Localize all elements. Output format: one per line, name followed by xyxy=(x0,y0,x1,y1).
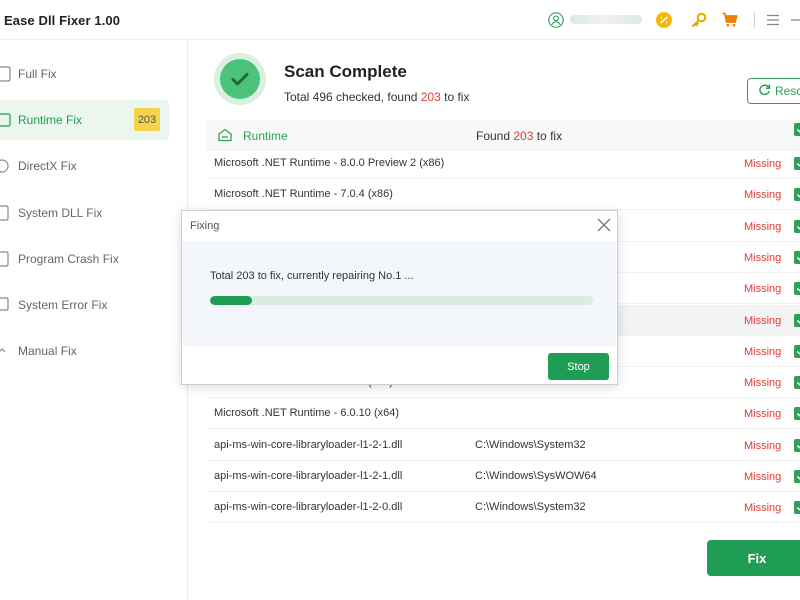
status-label: Missing xyxy=(744,315,782,327)
page-title: Scan Complete xyxy=(284,62,407,81)
sidebar-item-manual-fix[interactable]: Manual Fix xyxy=(0,331,170,371)
title-bar: Ease Dll Fixer 1.00 xyxy=(0,0,800,40)
rescan-button[interactable]: Resca xyxy=(747,78,800,104)
sidebar-item-label: DirectX Fix xyxy=(18,159,77,173)
status-label: Missing xyxy=(744,189,782,201)
dialog-body: Total 203 to fix, currently repairing No… xyxy=(183,241,616,346)
status-label: Missing xyxy=(744,408,782,420)
row-checkbox[interactable] xyxy=(794,282,800,295)
item-path: C:\Windows\System32 xyxy=(475,439,586,451)
row-checkbox[interactable] xyxy=(794,157,800,170)
full-fix-icon xyxy=(0,65,12,83)
status-label: Missing xyxy=(744,158,782,170)
item-path: C:\Windows\System32 xyxy=(475,501,586,513)
status-label: Missing xyxy=(744,283,782,295)
status-label: Missing xyxy=(744,377,782,389)
runtime-icon xyxy=(218,128,232,142)
count-badge: 203 xyxy=(134,108,160,131)
sidebar-item-directx-fix[interactable]: DirectX Fix xyxy=(0,146,170,186)
sidebar-item-runtime-fix[interactable]: Runtime Fix 203 xyxy=(0,100,170,140)
rescan-label: Resca xyxy=(775,84,800,98)
row-checkbox[interactable] xyxy=(794,345,800,358)
crash-icon xyxy=(0,250,12,268)
table-row[interactable]: api-ms-win-core-libraryloader-l1-2-0.dll… xyxy=(206,492,800,523)
status-label: Missing xyxy=(744,221,782,233)
found-count: 203 xyxy=(420,90,441,104)
sidebar-item-program-crash-fix[interactable]: Program Crash Fix xyxy=(0,239,170,279)
cart-icon[interactable] xyxy=(721,11,739,29)
app-title: Ease Dll Fixer 1.00 xyxy=(4,13,121,28)
sidebar-item-full-fix[interactable]: Full Fix xyxy=(0,54,170,94)
table-row[interactable]: Microsoft .NET Runtime - 6.0.10 (x64) Mis… xyxy=(206,398,800,429)
sidebar-item-label: System DLL Fix xyxy=(18,206,103,220)
item-path: C:\Windows\SysWOW64 xyxy=(475,470,597,482)
error-icon xyxy=(0,296,12,314)
titlebar-divider xyxy=(754,12,755,28)
directx-icon xyxy=(0,157,12,175)
item-name: api-ms-win-core-libraryloader-l1-2-1.dll xyxy=(214,470,403,482)
row-checkbox[interactable] xyxy=(794,251,800,264)
progress-fill xyxy=(210,296,253,305)
status-label: Missing xyxy=(744,252,782,264)
sidebar-item-label: Manual Fix xyxy=(18,344,77,358)
found-summary: Found 203 to fix xyxy=(476,129,563,143)
row-checkbox[interactable] xyxy=(794,376,800,389)
runtime-icon xyxy=(0,111,12,129)
sidebar-item-label: Program Crash Fix xyxy=(18,252,119,266)
refresh-icon xyxy=(758,83,771,99)
key-icon[interactable] xyxy=(690,11,708,29)
row-checkbox[interactable] xyxy=(794,220,800,233)
status-label: Missing xyxy=(744,440,782,452)
menu-icon[interactable] xyxy=(764,11,782,29)
fixing-dialog: Fixing Total 203 to fix, currently repai… xyxy=(181,210,618,385)
minimize-icon[interactable] xyxy=(788,11,800,29)
table-row[interactable]: Microsoft .NET Runtime - 7.0.4 (x86) Miss… xyxy=(206,179,800,210)
row-checkbox[interactable] xyxy=(794,188,800,201)
sidebar-item-system-dll-fix[interactable]: System DLL Fix xyxy=(0,193,170,233)
category-label: Runtime xyxy=(243,129,288,143)
close-icon[interactable] xyxy=(596,217,612,233)
manual-icon xyxy=(0,342,12,360)
item-name: Microsoft .NET Runtime - 8.0.0 Preview 2… xyxy=(214,157,445,169)
user-icon[interactable] xyxy=(548,12,564,28)
sidebar: Full Fix Runtime Fix 203 DirectX Fix Sys… xyxy=(0,41,188,600)
table-row[interactable]: api-ms-win-core-libraryloader-l1-2-1.dll… xyxy=(206,430,800,461)
sidebar-item-label: System Error Fix xyxy=(18,298,108,312)
status-label: Missing xyxy=(744,502,782,514)
dialog-message: Total 203 to fix, currently repairing No… xyxy=(210,270,414,282)
scan-complete-check-icon xyxy=(214,53,266,105)
item-name: Microsoft .NET Runtime - 7.0.4 (x86) xyxy=(214,188,393,200)
select-all-checkbox[interactable] xyxy=(794,123,800,136)
table-row[interactable]: Microsoft .NET Runtime - 8.0.0 Preview 2… xyxy=(206,148,800,179)
item-name: api-ms-win-core-libraryloader-l1-2-0.dll xyxy=(214,501,403,513)
sidebar-item-label: Runtime Fix xyxy=(18,113,83,127)
status-label: Missing xyxy=(744,346,782,358)
user-name-redacted xyxy=(570,15,642,24)
row-checkbox[interactable] xyxy=(794,407,800,420)
table-row[interactable]: api-ms-win-core-libraryloader-l1-2-1.dll… xyxy=(206,461,800,492)
row-checkbox[interactable] xyxy=(794,470,800,483)
dialog-title: Fixing xyxy=(190,220,220,232)
coupon-icon[interactable] xyxy=(655,11,673,29)
row-checkbox[interactable] xyxy=(794,439,800,452)
fix-button[interactable]: Fix xyxy=(707,540,800,576)
sidebar-item-label: Full Fix xyxy=(18,67,57,81)
system-dll-icon xyxy=(0,204,12,222)
status-label: Missing xyxy=(744,471,782,483)
scan-summary: Total 496 checked, found 203 to fix xyxy=(284,90,470,104)
progress-bar xyxy=(210,296,593,305)
sidebar-item-system-error-fix[interactable]: System Error Fix xyxy=(0,285,170,325)
item-name: Microsoft .NET Runtime - 6.0.10 (x64) xyxy=(214,407,400,419)
stop-button[interactable]: Stop xyxy=(548,353,609,380)
row-checkbox[interactable] xyxy=(794,314,800,327)
item-name: api-ms-win-core-libraryloader-l1-2-1.dll xyxy=(214,439,403,451)
row-checkbox[interactable] xyxy=(794,501,800,514)
table-header: Runtime Found 203 to fix xyxy=(206,120,800,150)
